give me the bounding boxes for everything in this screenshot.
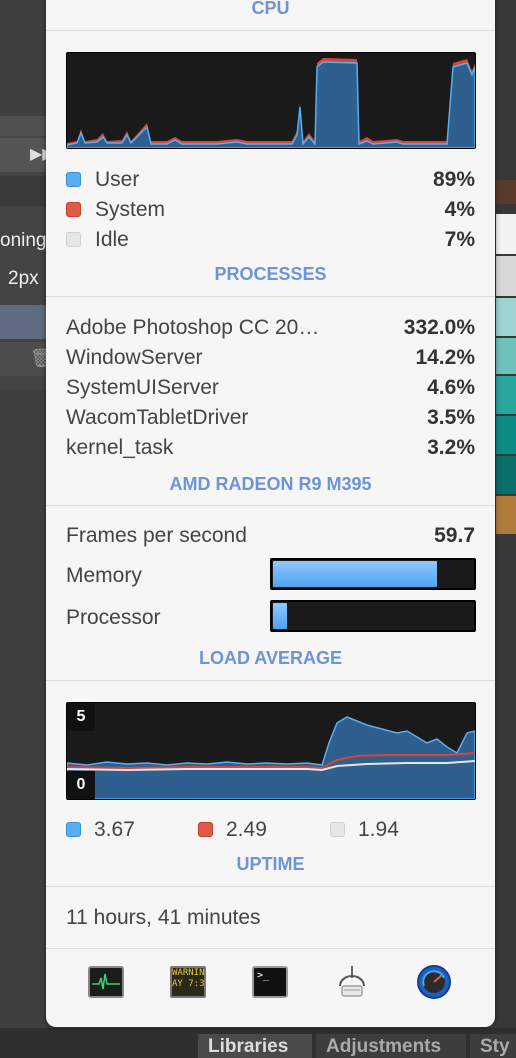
system-color-swatch (66, 202, 81, 217)
tab-styles[interactable]: Sty (470, 1034, 516, 1058)
load-1min-value: 3.67 (94, 818, 135, 841)
divider (46, 680, 495, 681)
load-15min-swatch (330, 822, 345, 837)
color-swatch[interactable] (496, 456, 516, 494)
uptime-value: 11 hours, 41 minutes (66, 906, 261, 929)
bg-selected-row[interactable] (0, 305, 46, 339)
cpu-header[interactable]: CPU (46, 0, 495, 19)
color-swatch[interactable] (496, 298, 516, 336)
gpu-fps-row: Frames per second 59.7 (66, 524, 475, 550)
load-1min-area (67, 716, 475, 799)
system-monitor-popover: CPU User 89% System 4% Idle 7% PROCESSES (46, 0, 495, 1027)
process-row[interactable]: WindowServer 14.2% (66, 346, 475, 372)
process-name: WindowServer (66, 346, 203, 369)
process-cpu: 3.2% (427, 436, 475, 459)
legend-label: Idle (95, 228, 129, 251)
process-name: WacomTabletDriver (66, 406, 249, 429)
divider (46, 505, 495, 506)
tab-libraries[interactable]: Libraries (198, 1034, 312, 1058)
cpu-legend-user: User 89% (66, 168, 475, 194)
load-1min: 3.67 (66, 818, 166, 844)
process-row[interactable]: WacomTabletDriver 3.5% (66, 406, 475, 432)
legend-label: System (95, 198, 166, 221)
process-name: kernel_task (66, 436, 174, 459)
cpu-graph-svg (67, 58, 475, 148)
idle-color-swatch (66, 232, 81, 247)
activity-monitor-icon-svg (92, 973, 120, 990)
bg-panel (0, 390, 46, 1030)
load-5min-value: 2.49 (226, 818, 267, 841)
bg-stripe (0, 176, 46, 206)
load-graph-svg (67, 716, 475, 799)
process-cpu: 332.0% (403, 316, 475, 339)
fps-value: 59.7 (434, 524, 475, 547)
legend-label: User (95, 168, 140, 191)
processor-label: Processor (66, 606, 161, 629)
legend-value: 89% (432, 168, 475, 191)
uptime-row: 11 hours, 41 minutes (66, 906, 475, 932)
bg-text: 2px (8, 268, 39, 289)
process-row[interactable]: SystemUIServer 4.6% (66, 376, 475, 402)
user-color-swatch (66, 172, 81, 187)
legend-value: 4% (444, 198, 475, 221)
divider (46, 296, 495, 297)
tab-adjustments[interactable]: Adjustments (316, 1034, 466, 1058)
process-row[interactable]: Adobe Photoshop CC 20… 332.0% (66, 316, 475, 342)
bg-text: oning (0, 230, 47, 251)
process-name: SystemUIServer (66, 376, 219, 399)
fps-label: Frames per second (66, 524, 247, 547)
background-left-panel: ▶▶ oning 2px 🗑 (0, 0, 55, 1058)
divider (46, 948, 495, 949)
disk-utility-icon[interactable] (334, 964, 370, 997)
process-cpu: 3.5% (427, 406, 475, 429)
load-average-header[interactable]: LOAD AVERAGE (46, 648, 495, 669)
color-swatch[interactable] (496, 256, 516, 296)
scale-max-label: 5 (67, 703, 95, 731)
color-swatch[interactable] (496, 214, 516, 254)
activity-monitor-icon[interactable] (88, 966, 124, 998)
disk-utility-icon-svg (339, 966, 365, 997)
gpu-header[interactable]: AMD RADEON R9 M395 (46, 474, 495, 495)
bg-stripe (0, 116, 46, 136)
cpu-legend-system: System 4% (66, 198, 475, 224)
load-15min-value: 1.94 (358, 818, 399, 841)
divider (46, 886, 495, 887)
memory-label: Memory (66, 564, 142, 587)
network-utility-icon[interactable] (416, 964, 452, 999)
terminal-icon[interactable]: >_ (252, 966, 288, 998)
gpu-processor-bar (270, 600, 476, 632)
color-swatch[interactable] (496, 416, 516, 454)
color-swatch[interactable] (496, 338, 516, 374)
process-cpu: 14.2% (415, 346, 475, 369)
load-15min: 1.94 (330, 818, 430, 844)
cpu-usage-graph (66, 52, 476, 149)
legend-value: 7% (444, 228, 475, 251)
cpu-system-area (67, 58, 475, 148)
gpu-processor-bar-fill (273, 603, 288, 629)
processes-header[interactable]: PROCESSES (46, 264, 495, 285)
bg-toolbar: ▶▶ (0, 138, 55, 172)
bg-row: 🗑 (0, 342, 53, 376)
load-5min-swatch (198, 822, 213, 837)
uptime-header[interactable]: UPTIME (46, 854, 495, 875)
load-5min: 2.49 (198, 818, 298, 844)
console-icon[interactable]: WARNIN AY 7:36 (170, 966, 206, 998)
process-cpu: 4.6% (427, 376, 475, 399)
bg-stripe (0, 0, 46, 116)
divider (46, 30, 495, 31)
network-utility-icon-svg (417, 965, 451, 999)
process-row[interactable]: kernel_task 3.2% (66, 436, 475, 462)
cpu-legend-idle: Idle 7% (66, 228, 475, 254)
color-swatch[interactable] (496, 376, 516, 414)
gpu-memory-bar-fill (273, 561, 437, 587)
color-swatch[interactable] (496, 180, 516, 204)
load-1min-swatch (66, 822, 81, 837)
load-average-graph: 5 0 (66, 702, 476, 800)
scale-min-label: 0 (67, 771, 95, 799)
color-swatch[interactable] (496, 496, 516, 534)
gpu-memory-bar (270, 558, 476, 590)
process-name: Adobe Photoshop CC 20… (66, 316, 320, 339)
